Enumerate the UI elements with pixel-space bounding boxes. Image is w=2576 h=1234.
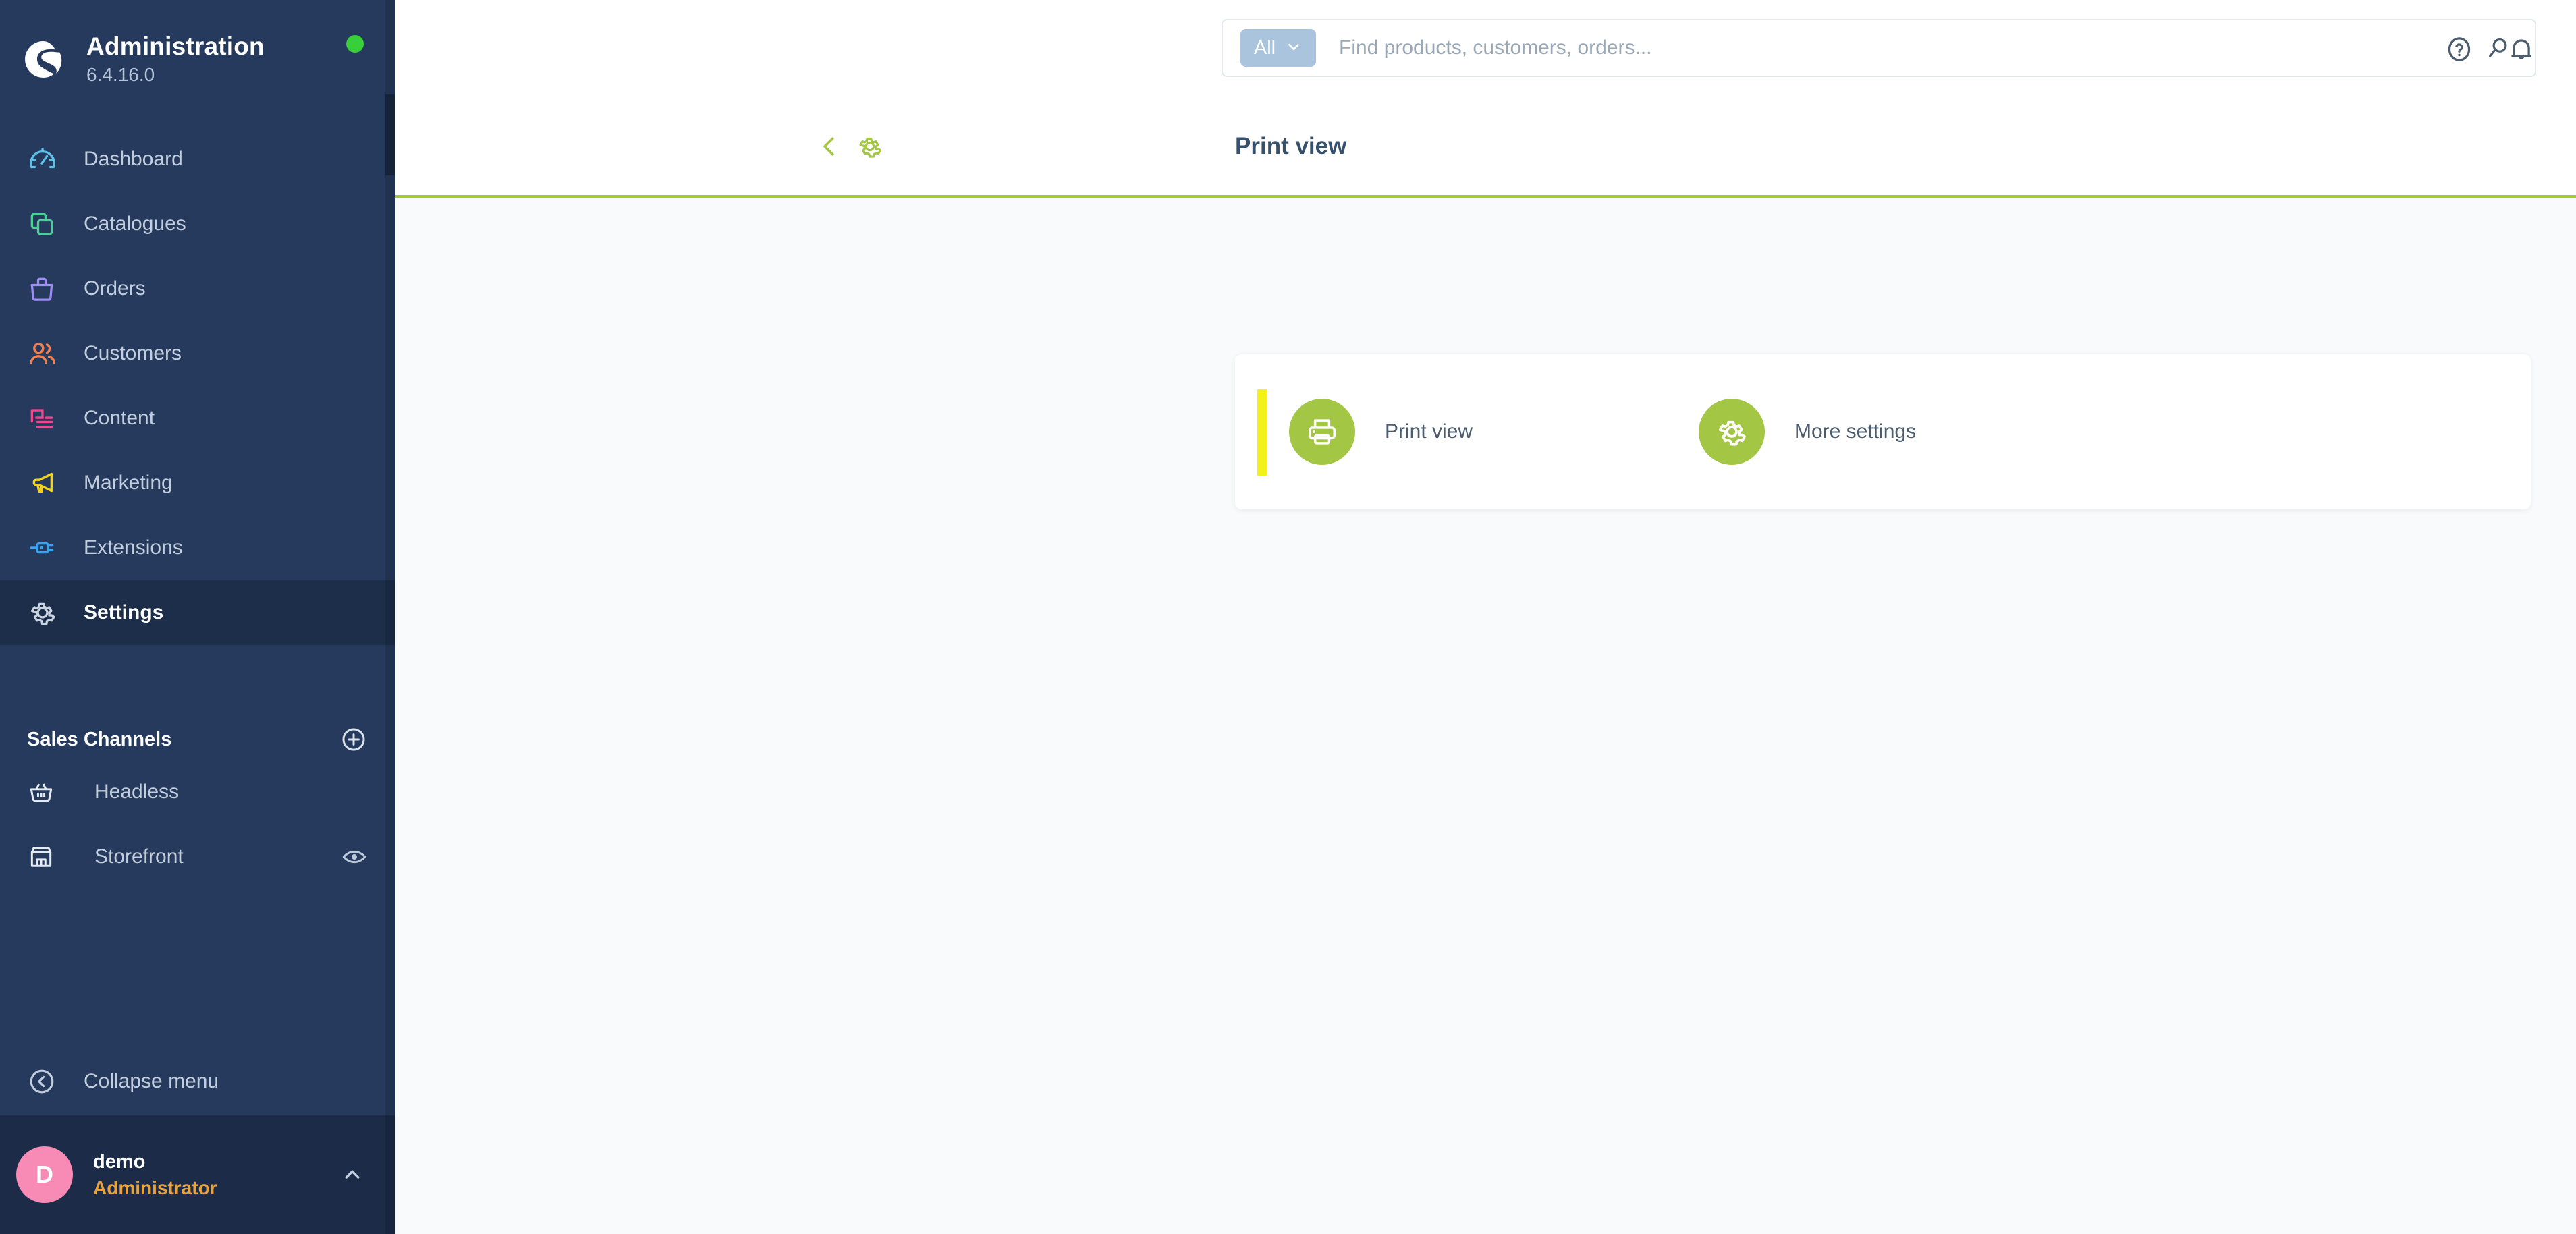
collapse-menu-label: Collapse menu [84,1070,219,1092]
collapse-menu-button[interactable]: Collapse menu [0,1048,395,1115]
chevron-left-icon[interactable] [815,132,844,161]
sidebar-item-label: Content [84,407,155,429]
sidebar-scrollbar-thumb[interactable] [385,94,395,175]
search-scope-selector[interactable]: All [1240,29,1316,67]
sidebar-item-label: Dashboard [84,148,183,170]
basket-icon [27,778,67,806]
sidebar-item-label: Catalogues [84,213,186,235]
global-search: All [1222,19,2536,77]
sidebar-item-label: Settings [84,601,164,623]
sidebar-item-label: Customers [84,342,182,364]
printer-icon [1289,399,1355,465]
brand-text: Administration 6.4.16.0 [86,32,265,86]
sidebar-item-catalogues[interactable]: Catalogues [0,192,395,256]
shopware-logo-icon [19,35,67,84]
chevron-left-circle-icon [27,1067,67,1096]
topbar-actions [2444,34,2537,65]
more-settings-action[interactable]: More settings [1699,399,1916,465]
sales-channel-label: Storefront [94,845,184,868]
print-view-action[interactable]: Print view [1289,399,1473,465]
brand-version: 6.4.16.0 [86,64,155,86]
sales-channel-label: Headless [94,781,180,803]
smart-bar: Print view [395,98,2576,198]
sales-channels-header: Sales Channels [0,719,395,760]
topbar: All [395,0,2576,98]
search-scope-label: All [1253,36,1276,59]
sales-channels-heading: Sales Channels [27,728,172,750]
sidebar: Administration 6.4.16.0 Dashboard Catalo… [0,0,395,1234]
sidebar-item-orders[interactable]: Orders [0,256,395,321]
speedometer-icon [27,144,67,175]
bell-icon[interactable] [2506,34,2537,65]
sidebar-nav: Dashboard Catalogues Orders Customers Co… [0,127,395,645]
sidebar-item-label: Extensions [84,536,183,559]
sidebar-item-customers[interactable]: Customers [0,321,395,386]
store-icon [27,843,67,871]
print-view-label: Print view [1385,420,1473,443]
eye-icon[interactable] [341,843,368,870]
gear-icon [1699,399,1765,465]
brand-title: Administration [86,32,265,60]
user-name: demo [93,1150,146,1173]
gear-icon[interactable] [856,132,884,161]
sidebar-item-dashboard[interactable]: Dashboard [0,127,395,192]
megaphone-icon [27,468,67,499]
sidebar-item-content[interactable]: Content [0,386,395,451]
app-root: Administration 6.4.16.0 Dashboard Catalo… [0,0,2576,1234]
user-role: Administrator [93,1177,217,1198]
content-area: Print view More settings [395,198,2576,1234]
bag-icon [27,274,67,304]
users-icon [27,338,67,369]
sales-channel-headless[interactable]: Headless [0,760,395,824]
user-profile[interactable]: D demo Administrator [0,1115,395,1234]
sidebar-item-label: Marketing [84,472,173,494]
question-circle-icon[interactable] [2444,34,2475,65]
sidebar-item-settings[interactable]: Settings [0,580,395,645]
more-settings-label: More settings [1794,420,1917,443]
gear-icon [27,597,67,628]
chevron-down-icon [1285,38,1303,59]
avatar: D [16,1146,73,1203]
card-accent-bar [1257,389,1267,476]
page-title: Print view [1235,133,1347,159]
plus-circle-icon[interactable] [339,725,368,754]
search-input[interactable] [1339,36,2485,59]
user-meta: demo Administrator [93,1149,339,1201]
sidebar-item-extensions[interactable]: Extensions [0,515,395,580]
sales-channel-storefront[interactable]: Storefront [0,824,395,889]
main-area: All Find products, customers, orders... … [395,0,2576,1234]
sidebar-scrollbar-track[interactable] [385,0,395,1234]
layers-icon [27,209,67,239]
status-dot-icon [346,35,364,53]
plug-icon [27,532,67,563]
content-icon [27,403,67,433]
sidebar-item-marketing[interactable]: Marketing [0,451,395,515]
print-view-card: Print view More settings [1235,354,2531,509]
chevron-up-icon[interactable] [339,1162,365,1187]
sidebar-item-label: Orders [84,277,146,300]
sidebar-brand[interactable]: Administration 6.4.16.0 [0,0,395,94]
